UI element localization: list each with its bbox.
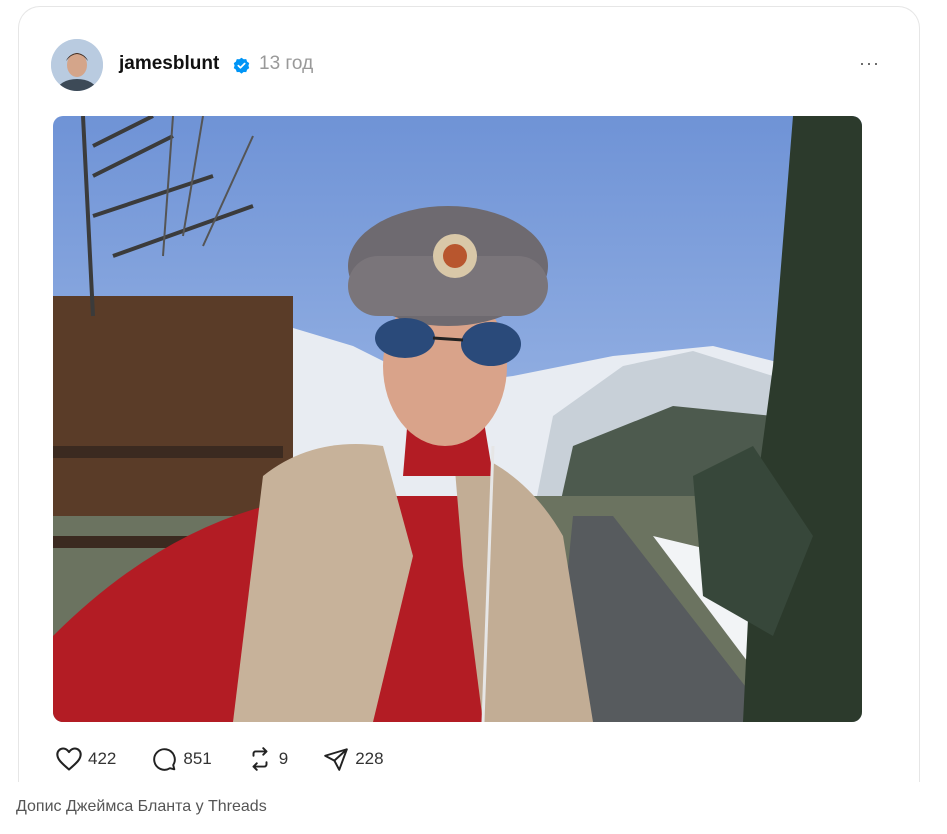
post-timestamp: 13 год [259,53,314,74]
like-button[interactable]: 422 [55,746,116,772]
repost-icon [246,746,274,772]
post-card: jamesblunt 13 год ··· 422 851 9 228 [18,6,920,782]
send-icon [322,746,350,772]
image-caption: Допис Джеймса Бланта у Threads [16,798,267,815]
share-button[interactable]: 228 [322,746,384,772]
reply-count: 851 [183,749,212,768]
action-bar: 422 851 9 228 [55,745,418,773]
share-count: 228 [355,749,384,768]
more-options-button[interactable]: ··· [859,53,880,74]
avatar-image [51,39,103,91]
comment-icon [150,746,178,772]
avatar[interactable] [51,39,103,91]
author-username[interactable]: jamesblunt [119,53,219,75]
post-image[interactable] [53,116,862,722]
like-count: 422 [88,749,117,768]
repost-button[interactable]: 9 [246,746,288,772]
reply-button[interactable]: 851 [150,746,212,772]
heart-icon [55,746,83,772]
repost-count: 9 [278,749,289,768]
verified-badge-icon [233,57,250,74]
